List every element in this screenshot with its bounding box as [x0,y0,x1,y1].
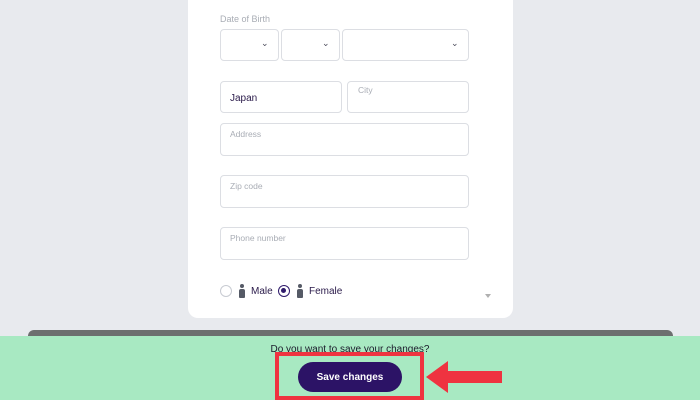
pointer-arrow-icon [426,361,502,393]
male-person-icon [238,284,246,298]
phone-number-field[interactable]: Phone number [220,227,469,260]
chevron-down-icon: ⌄ [261,38,269,48]
gender-option-male[interactable]: Male [220,284,273,298]
address-field[interactable]: Address [220,123,469,156]
scroll-down-arrow-icon[interactable] [485,294,491,298]
zip-code-field[interactable]: Zip code [220,175,469,208]
female-radio[interactable] [278,285,290,297]
city-label: City [358,85,373,95]
birth-month-select[interactable]: ⌄ [281,29,340,61]
birth-year-select[interactable]: ⌄ [342,29,469,61]
chevron-down-icon: ⌄ [451,38,459,48]
date-of-birth-label: Date of Birth [220,14,271,24]
male-label: Male [251,285,273,297]
chevron-down-icon: ⌄ [322,38,330,48]
country-field[interactable]: Japan [220,81,342,113]
save-changes-button[interactable]: Save changes [298,362,402,392]
country-value: Japan [230,93,258,104]
female-person-icon [296,284,304,298]
address-label: Address [230,129,262,139]
male-radio[interactable] [220,285,232,297]
female-label: Female [309,285,343,297]
gender-option-female[interactable]: Female [278,284,342,298]
city-field[interactable]: City [347,81,469,113]
phone-number-label: Phone number [230,233,286,243]
zip-code-label: Zip code [230,181,263,191]
birth-day-select[interactable]: ⌄ [220,29,279,61]
